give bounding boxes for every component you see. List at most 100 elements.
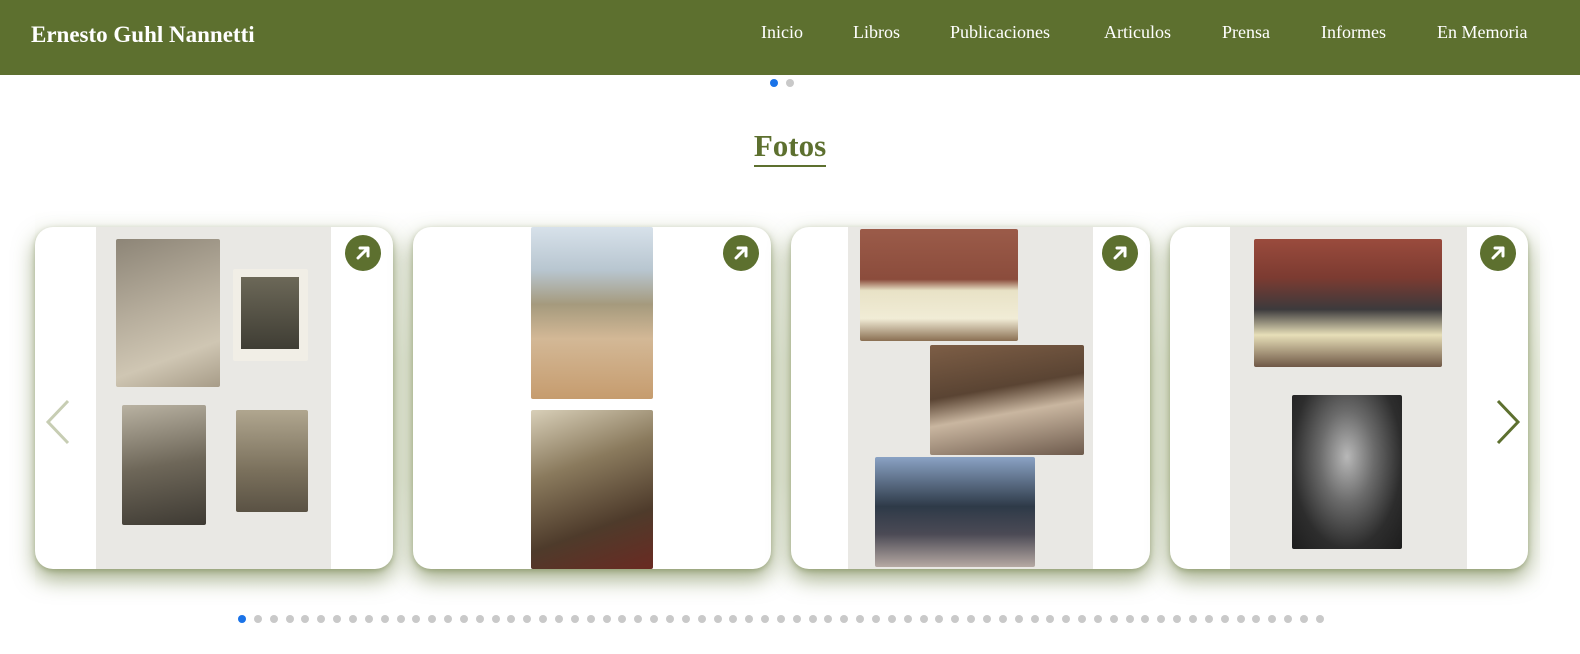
pagination-dot[interactable] (1173, 615, 1182, 623)
nav-link-libros[interactable]: Libros (853, 22, 900, 43)
nav-link-informes[interactable]: Informes (1321, 22, 1386, 43)
pagination-dot[interactable] (301, 615, 310, 623)
pagination-dot[interactable] (770, 79, 778, 87)
pagination-dot[interactable] (935, 615, 944, 623)
pagination-dot[interactable] (665, 615, 674, 623)
album-photo (233, 269, 308, 361)
pagination-dot[interactable] (396, 615, 405, 623)
pagination-dot[interactable] (238, 615, 246, 623)
pagination-dot[interactable] (1062, 615, 1071, 623)
pagination-dot[interactable] (786, 79, 794, 87)
pagination-dot[interactable] (634, 615, 643, 623)
pagination-dot[interactable] (618, 615, 627, 623)
pagination-dot[interactable] (523, 615, 532, 623)
album-photo (531, 227, 653, 399)
open-photo-button[interactable] (1102, 235, 1138, 271)
pagination-dot[interactable] (380, 615, 389, 623)
pagination-dot[interactable] (697, 615, 706, 623)
pagination-dot[interactable] (412, 615, 421, 623)
pagination-dot[interactable] (824, 615, 833, 623)
pagination-dot[interactable] (507, 615, 516, 623)
pagination-dot[interactable] (1078, 615, 1087, 623)
pagination-dot[interactable] (951, 615, 960, 623)
chevron-right-icon (1496, 399, 1521, 445)
pagination-dot[interactable] (570, 615, 579, 623)
pagination-dot[interactable] (982, 615, 991, 623)
photo-card[interactable] (35, 227, 393, 569)
pagination-dot[interactable] (792, 615, 801, 623)
pagination-dot[interactable] (903, 615, 912, 623)
pagination-dot[interactable] (602, 615, 611, 623)
pagination-dot[interactable] (967, 615, 976, 623)
carousel-prev-button[interactable] (44, 398, 74, 446)
pagination-dot[interactable] (745, 615, 754, 623)
photo-card[interactable] (413, 227, 771, 569)
pagination-dot[interactable] (681, 615, 690, 623)
pagination-dot[interactable] (444, 615, 453, 623)
nav-link-publicaciones[interactable]: Publicaciones (950, 22, 1050, 43)
pagination-dot[interactable] (1109, 615, 1118, 623)
pagination-dot[interactable] (1046, 615, 1055, 623)
pagination-dot[interactable] (491, 615, 500, 623)
pagination-dot[interactable] (1252, 615, 1261, 623)
pagination-dot[interactable] (729, 615, 738, 623)
site-brand[interactable]: Ernesto Guhl Nannetti (31, 22, 255, 48)
pagination-dot[interactable] (475, 615, 484, 623)
pagination-dot[interactable] (713, 615, 722, 623)
pagination-dot[interactable] (253, 615, 262, 623)
album-photo (236, 410, 308, 512)
open-photo-button[interactable] (723, 235, 759, 271)
pagination-dot[interactable] (1125, 615, 1134, 623)
pagination-dot[interactable] (348, 615, 357, 623)
pagination-dot[interactable] (856, 615, 865, 623)
pagination-dot[interactable] (285, 615, 294, 623)
section-title: Fotos (753, 127, 827, 167)
pagination-dot[interactable] (840, 615, 849, 623)
pagination-dot[interactable] (539, 615, 548, 623)
arrow-up-right-icon (1491, 246, 1505, 260)
pagination-dot[interactable] (1315, 615, 1324, 623)
album-page-image (848, 227, 1093, 569)
pagination-dot[interactable] (1157, 615, 1166, 623)
pagination-dot[interactable] (333, 615, 342, 623)
pagination-dot[interactable] (1284, 615, 1293, 623)
pagination-dot[interactable] (808, 615, 817, 623)
pagination-dot[interactable] (555, 615, 563, 623)
pagination-dot[interactable] (1299, 615, 1308, 623)
pagination-dot[interactable] (1236, 615, 1245, 623)
nav-link-en-memoria[interactable]: En Memoria (1437, 22, 1527, 43)
pagination-dot[interactable] (1014, 615, 1023, 623)
pagination-dot[interactable] (586, 615, 595, 623)
pagination-dot[interactable] (317, 615, 326, 623)
pagination-dot[interactable] (269, 615, 278, 623)
pagination-dot[interactable] (1030, 615, 1039, 623)
nav-link-inicio[interactable]: Inicio (761, 22, 803, 43)
album-photo (1254, 239, 1442, 367)
nav-link-prensa[interactable]: Prensa (1222, 22, 1270, 43)
pagination-dot[interactable] (761, 615, 770, 623)
pagination-dot[interactable] (1220, 615, 1229, 623)
pagination-dot[interactable] (650, 615, 659, 623)
pagination-dot[interactable] (1204, 615, 1213, 623)
pagination-dot[interactable] (1189, 615, 1197, 623)
open-photo-button[interactable] (1480, 235, 1516, 271)
pagination-dot[interactable] (776, 615, 785, 623)
album-photo (531, 410, 653, 569)
pagination-dot[interactable] (1141, 615, 1150, 623)
photo-card[interactable] (791, 227, 1150, 569)
pagination-dot[interactable] (1268, 615, 1277, 623)
pagination-dot[interactable] (998, 615, 1007, 623)
nav-link-articulos[interactable]: Articulos (1104, 22, 1171, 43)
pagination-dot[interactable] (872, 615, 880, 623)
pagination-dot[interactable] (428, 615, 437, 623)
open-photo-button[interactable] (345, 235, 381, 271)
arrow-up-right-icon (356, 246, 370, 260)
pagination-dot[interactable] (459, 615, 468, 623)
pagination-dot[interactable] (887, 615, 896, 623)
carousel-next-button[interactable] (1492, 398, 1522, 446)
arrow-up-right-icon (1113, 246, 1127, 260)
pagination-dot[interactable] (919, 615, 928, 623)
photo-card[interactable] (1170, 227, 1528, 569)
pagination-dot[interactable] (364, 615, 373, 623)
pagination-dot[interactable] (1093, 615, 1102, 623)
